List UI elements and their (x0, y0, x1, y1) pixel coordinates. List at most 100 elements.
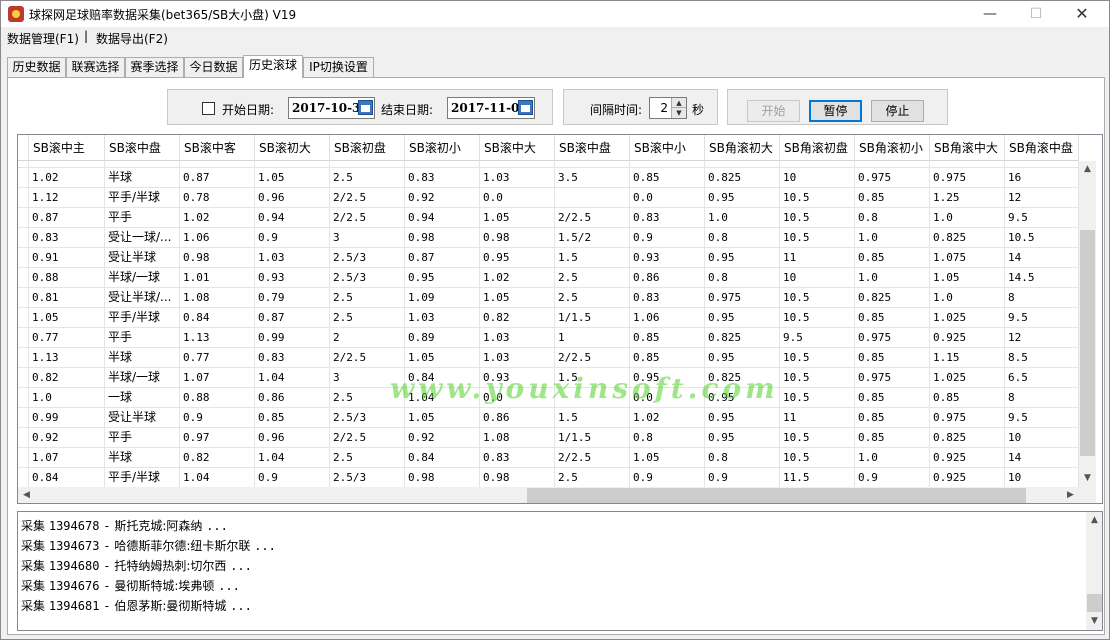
grid-vertical-scrollbar[interactable]: ▲ ▼ (1079, 161, 1096, 487)
table-row[interactable]: 0.88 半球/一球 1.01 0.93 2.5/3 0.95 1.02 2.5 0.86 0.8… (18, 268, 1079, 288)
table-cell: 0.96 (255, 188, 330, 208)
table-cell: 1 (555, 328, 630, 348)
collection-log[interactable]: 采集 1394678 - 斯托克城:阿森纳 ... 采集 1394673 - 哈德… (17, 511, 1103, 631)
table-cell: 1.01 (180, 268, 255, 288)
row-selector[interactable] (18, 268, 29, 288)
interval-spinner[interactable]: 2 ▲ ▼ (649, 97, 687, 119)
row-selector[interactable] (18, 308, 29, 328)
odds-data-grid[interactable]: SB滚中主 SB滚中盘 SB滚中客 SB滚初大 SB滚初盘 SB滚初小 SB滚中大 SB滚中盘… (17, 134, 1103, 504)
menu-data-management[interactable]: 数据管理(F1) (7, 30, 79, 47)
table-row[interactable]: 1.13 半球 0.77 0.83 2/2.5 1.05 1.03 2/2.5 0.85 0.95… (18, 348, 1079, 368)
column-header[interactable]: SB滚中盘 (105, 135, 180, 161)
table-row[interactable]: 1.02 半球 0.87 1.05 2.5 0.83 1.03 3.5 0.85 0.825 10 0… (18, 168, 1079, 188)
row-selector[interactable] (18, 328, 29, 348)
close-button[interactable]: ✕ (1059, 1, 1105, 27)
column-header[interactable]: SB角滚初大 (705, 135, 780, 161)
horizontal-scroll-thumb[interactable] (527, 488, 1026, 503)
column-header[interactable]: SB滚中盘 (555, 135, 630, 161)
column-header[interactable]: SB滚中小 (630, 135, 705, 161)
title-bar[interactable]: 球探网足球赔率数据采集(bet365/SB大小盘) V19 — ☐ ✕ (1, 1, 1109, 27)
tab-league-select[interactable]: 联赛选择 (66, 57, 125, 78)
column-header[interactable]: SB角滚中盘 (1005, 135, 1079, 161)
row-selector[interactable] (18, 188, 29, 208)
table-cell: 0.9 (705, 468, 780, 488)
table-cell: 0.85 (855, 188, 930, 208)
tab-history-data[interactable]: 历史数据 (7, 57, 66, 78)
table-cell: 3.5 (555, 168, 630, 188)
log-entry-tail: ... (206, 519, 228, 533)
table-row[interactable]: 0.87 平手 1.02 0.94 2/2.5 0.94 1.05 2/2.5 0.83 1.0 1… (18, 208, 1079, 228)
spin-up-icon[interactable]: ▲ (671, 98, 686, 108)
stop-button[interactable]: 停止 (871, 100, 924, 122)
table-row[interactable]: 1.12 平手/半球 0.78 0.96 2/2.5 0.92 0.0 0.0 0.95 10.5… (18, 188, 1079, 208)
table-cell: 2.5 (330, 448, 405, 468)
start-date-picker[interactable]: 2017-10-31 (288, 97, 375, 119)
column-header[interactable]: SB滚中大 (480, 135, 555, 161)
row-selector[interactable] (18, 368, 29, 388)
tab-history-live[interactable]: 历史滚球 (243, 55, 303, 78)
start-button[interactable]: 开始 (747, 100, 800, 122)
column-header[interactable]: SB滚中主 (29, 135, 105, 161)
column-header[interactable]: SB滚中客 (180, 135, 255, 161)
row-selector[interactable] (18, 168, 29, 188)
table-row[interactable]: 0.77 平手 1.13 0.99 2 0.89 1.03 1 0.85 0.825 9.5 0.97… (18, 328, 1079, 348)
tab-ip-settings[interactable]: IP切换设置 (303, 57, 374, 78)
table-row[interactable]: 0.81 受让半球/... 1.08 0.79 2.5 1.09 1.05 2.5 0.83 0.… (18, 288, 1079, 308)
table-row[interactable]: 0.82 半球/一球 1.07 1.04 3 0.84 0.93 1.5 0.95 0.825 10… (18, 368, 1079, 388)
table-row[interactable]: 1.05 平手/半球 0.84 0.87 2.5 1.03 0.82 1/1.5 1.06 0.9… (18, 308, 1079, 328)
table-cell: 1.06 (630, 308, 705, 328)
column-header[interactable]: SB角滚初小 (855, 135, 930, 161)
row-selector[interactable] (18, 228, 29, 248)
start-date-checkbox[interactable] (202, 102, 215, 115)
table-row[interactable]: 1.07 半球 0.82 1.04 2.5 0.84 0.83 2/2.5 1.05 0.8 10.… (18, 448, 1079, 468)
calendar-icon[interactable] (358, 100, 373, 115)
table-row[interactable]: 0.83 受让一球/... 1.06 0.9 3 0.98 0.98 1.5/2 0.9 0.8 1… (18, 228, 1079, 248)
log-vertical-scrollbar[interactable]: ▲ ▼ (1086, 512, 1102, 630)
scroll-right-icon[interactable]: ▶ (1062, 487, 1079, 503)
column-header[interactable]: SB角滚中大 (930, 135, 1005, 161)
scroll-down-icon[interactable]: ▼ (1086, 613, 1102, 630)
row-selector[interactable] (18, 408, 29, 428)
table-cell: 1.03 (480, 168, 555, 188)
row-selector[interactable] (18, 388, 29, 408)
tab-season-select[interactable]: 赛季选择 (125, 57, 184, 78)
interval-label: 间隔时间: (590, 103, 643, 117)
column-header[interactable]: SB滚初大 (255, 135, 330, 161)
grid-horizontal-scrollbar[interactable]: ◀ ▶ (18, 487, 1079, 503)
row-selector[interactable] (18, 208, 29, 228)
table-cell: 1.13 (29, 348, 105, 368)
scroll-up-icon[interactable]: ▲ (1079, 161, 1096, 178)
minimize-button[interactable]: — (967, 1, 1013, 27)
scroll-up-icon[interactable]: ▲ (1086, 512, 1102, 529)
table-row[interactable]: 0.91 受让半球 0.98 1.03 2.5/3 0.87 0.95 1.5 0.93 0.95… (18, 248, 1079, 268)
row-selector[interactable] (18, 248, 29, 268)
calendar-icon[interactable] (518, 100, 533, 115)
table-row[interactable]: 0.99 受让半球 0.9 0.85 2.5/3 1.05 0.86 1.5 1.02 0.95 1… (18, 408, 1079, 428)
row-selector[interactable] (18, 448, 29, 468)
column-header[interactable]: SB滚初盘 (330, 135, 405, 161)
log-entry-id: 1394681 (48, 599, 100, 613)
table-cell: 0.8 (705, 268, 780, 288)
column-header[interactable]: SB滚初小 (405, 135, 480, 161)
scroll-left-icon[interactable]: ◀ (18, 487, 35, 503)
row-selector[interactable] (18, 428, 29, 448)
menu-data-export[interactable]: 数据导出(F2) (96, 30, 168, 47)
tab-today-data[interactable]: 今日数据 (184, 57, 243, 78)
row-selector[interactable] (18, 468, 29, 488)
row-selector[interactable] (18, 348, 29, 368)
end-date-picker[interactable]: 2017-11-01 (447, 97, 535, 119)
log-entry-prefix: 采集 (21, 579, 46, 593)
vertical-scroll-thumb[interactable] (1080, 230, 1095, 456)
table-row[interactable]: 1.0 一球 0.88 0.86 2.5 1.04 0.0 0.0 0.95 10.5 0.85 0.… (18, 388, 1079, 408)
spin-down-icon[interactable]: ▼ (671, 108, 686, 118)
table-cell: 平手 (105, 208, 180, 228)
scroll-down-icon[interactable]: ▼ (1079, 470, 1096, 487)
pause-button[interactable]: 暂停 (809, 100, 862, 122)
table-row[interactable]: 0.84 平手/半球 1.04 0.9 2.5/3 0.98 0.98 2.5 0.9 0.9 11… (18, 468, 1079, 488)
table-cell: 0.975 (930, 168, 1005, 188)
row-selector[interactable] (18, 288, 29, 308)
maximize-button[interactable]: ☐ (1013, 1, 1059, 27)
log-scroll-thumb[interactable] (1087, 594, 1102, 612)
table-row[interactable]: 0.92 平手 0.97 0.96 2/2.5 0.92 1.08 1/1.5 0.8 0.95 1… (18, 428, 1079, 448)
column-header[interactable]: SB角滚初盘 (780, 135, 855, 161)
